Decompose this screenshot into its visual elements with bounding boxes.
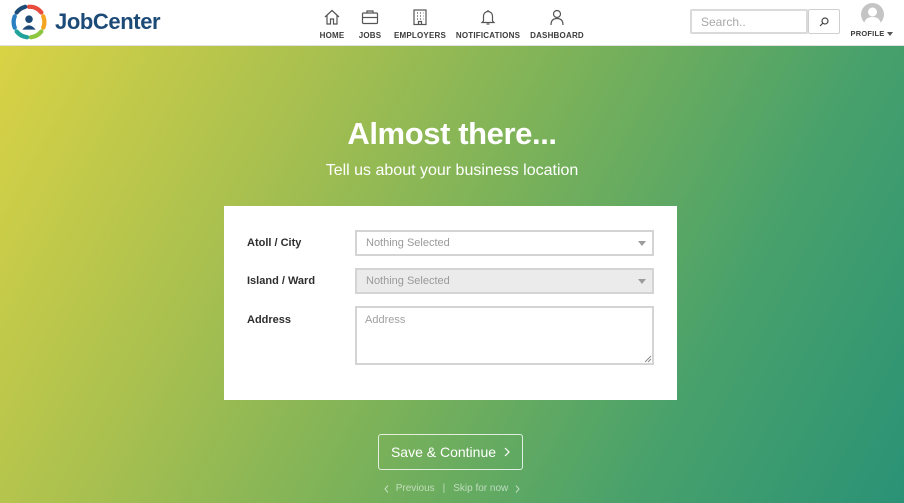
search-icon bbox=[819, 16, 829, 26]
address-field[interactable] bbox=[355, 306, 654, 365]
nav-label-dashboard: DASHBOARD bbox=[530, 31, 584, 40]
chevron-down-icon bbox=[887, 31, 894, 36]
hero-section: Almost there... Tell us about your busin… bbox=[0, 46, 904, 503]
avatar-icon bbox=[860, 3, 884, 26]
atoll-select-value: Nothing Selected bbox=[366, 237, 450, 249]
search-input[interactable] bbox=[690, 9, 808, 34]
bell-icon bbox=[480, 10, 496, 25]
chevron-right-icon bbox=[504, 447, 510, 457]
page-title: Almost there... bbox=[347, 116, 557, 151]
previous-link[interactable]: Previous bbox=[384, 483, 435, 494]
link-separator: | bbox=[442, 483, 446, 494]
chevron-down-icon bbox=[638, 241, 646, 246]
atoll-label: Atoll / City bbox=[247, 237, 302, 249]
user-icon bbox=[550, 9, 564, 26]
address-label: Address bbox=[247, 314, 292, 326]
island-select[interactable]: Nothing Selected bbox=[355, 268, 654, 294]
logo-icon bbox=[11, 4, 47, 40]
brand-name: JobCenter bbox=[55, 9, 161, 34]
logo[interactable]: JobCenter bbox=[10, 2, 161, 42]
resize-handle-icon[interactable] bbox=[644, 355, 652, 363]
chevron-left-icon bbox=[384, 484, 389, 493]
search-button[interactable] bbox=[808, 9, 840, 34]
profile-label: PROFILE bbox=[850, 29, 885, 38]
page-subtitle: Tell us about your business location bbox=[325, 162, 579, 179]
secondary-navigation: Previous | Skip for now bbox=[0, 483, 904, 494]
top-navbar: JobCenter HOME JOBS EMPLOYERS NOTIFICATI… bbox=[0, 0, 904, 46]
save-continue-button[interactable]: Save & Continue bbox=[378, 434, 523, 470]
nav-item-dashboard[interactable]: DASHBOARD bbox=[512, 8, 602, 40]
previous-label: Previous bbox=[395, 483, 435, 494]
location-form-card: Atoll / City Nothing Selected Island / W… bbox=[224, 206, 677, 400]
save-continue-label: Save & Continue bbox=[390, 444, 497, 460]
atoll-select[interactable]: Nothing Selected bbox=[355, 230, 654, 256]
skip-link[interactable]: Skip for now bbox=[453, 483, 520, 494]
island-select-value: Nothing Selected bbox=[366, 275, 450, 287]
chevron-down-icon bbox=[638, 279, 646, 284]
chevron-right-icon bbox=[515, 484, 520, 493]
profile-menu[interactable]: PROFILE bbox=[846, 3, 898, 38]
skip-label: Skip for now bbox=[453, 483, 509, 494]
building-icon bbox=[413, 9, 427, 26]
island-label: Island / Ward bbox=[247, 275, 316, 287]
